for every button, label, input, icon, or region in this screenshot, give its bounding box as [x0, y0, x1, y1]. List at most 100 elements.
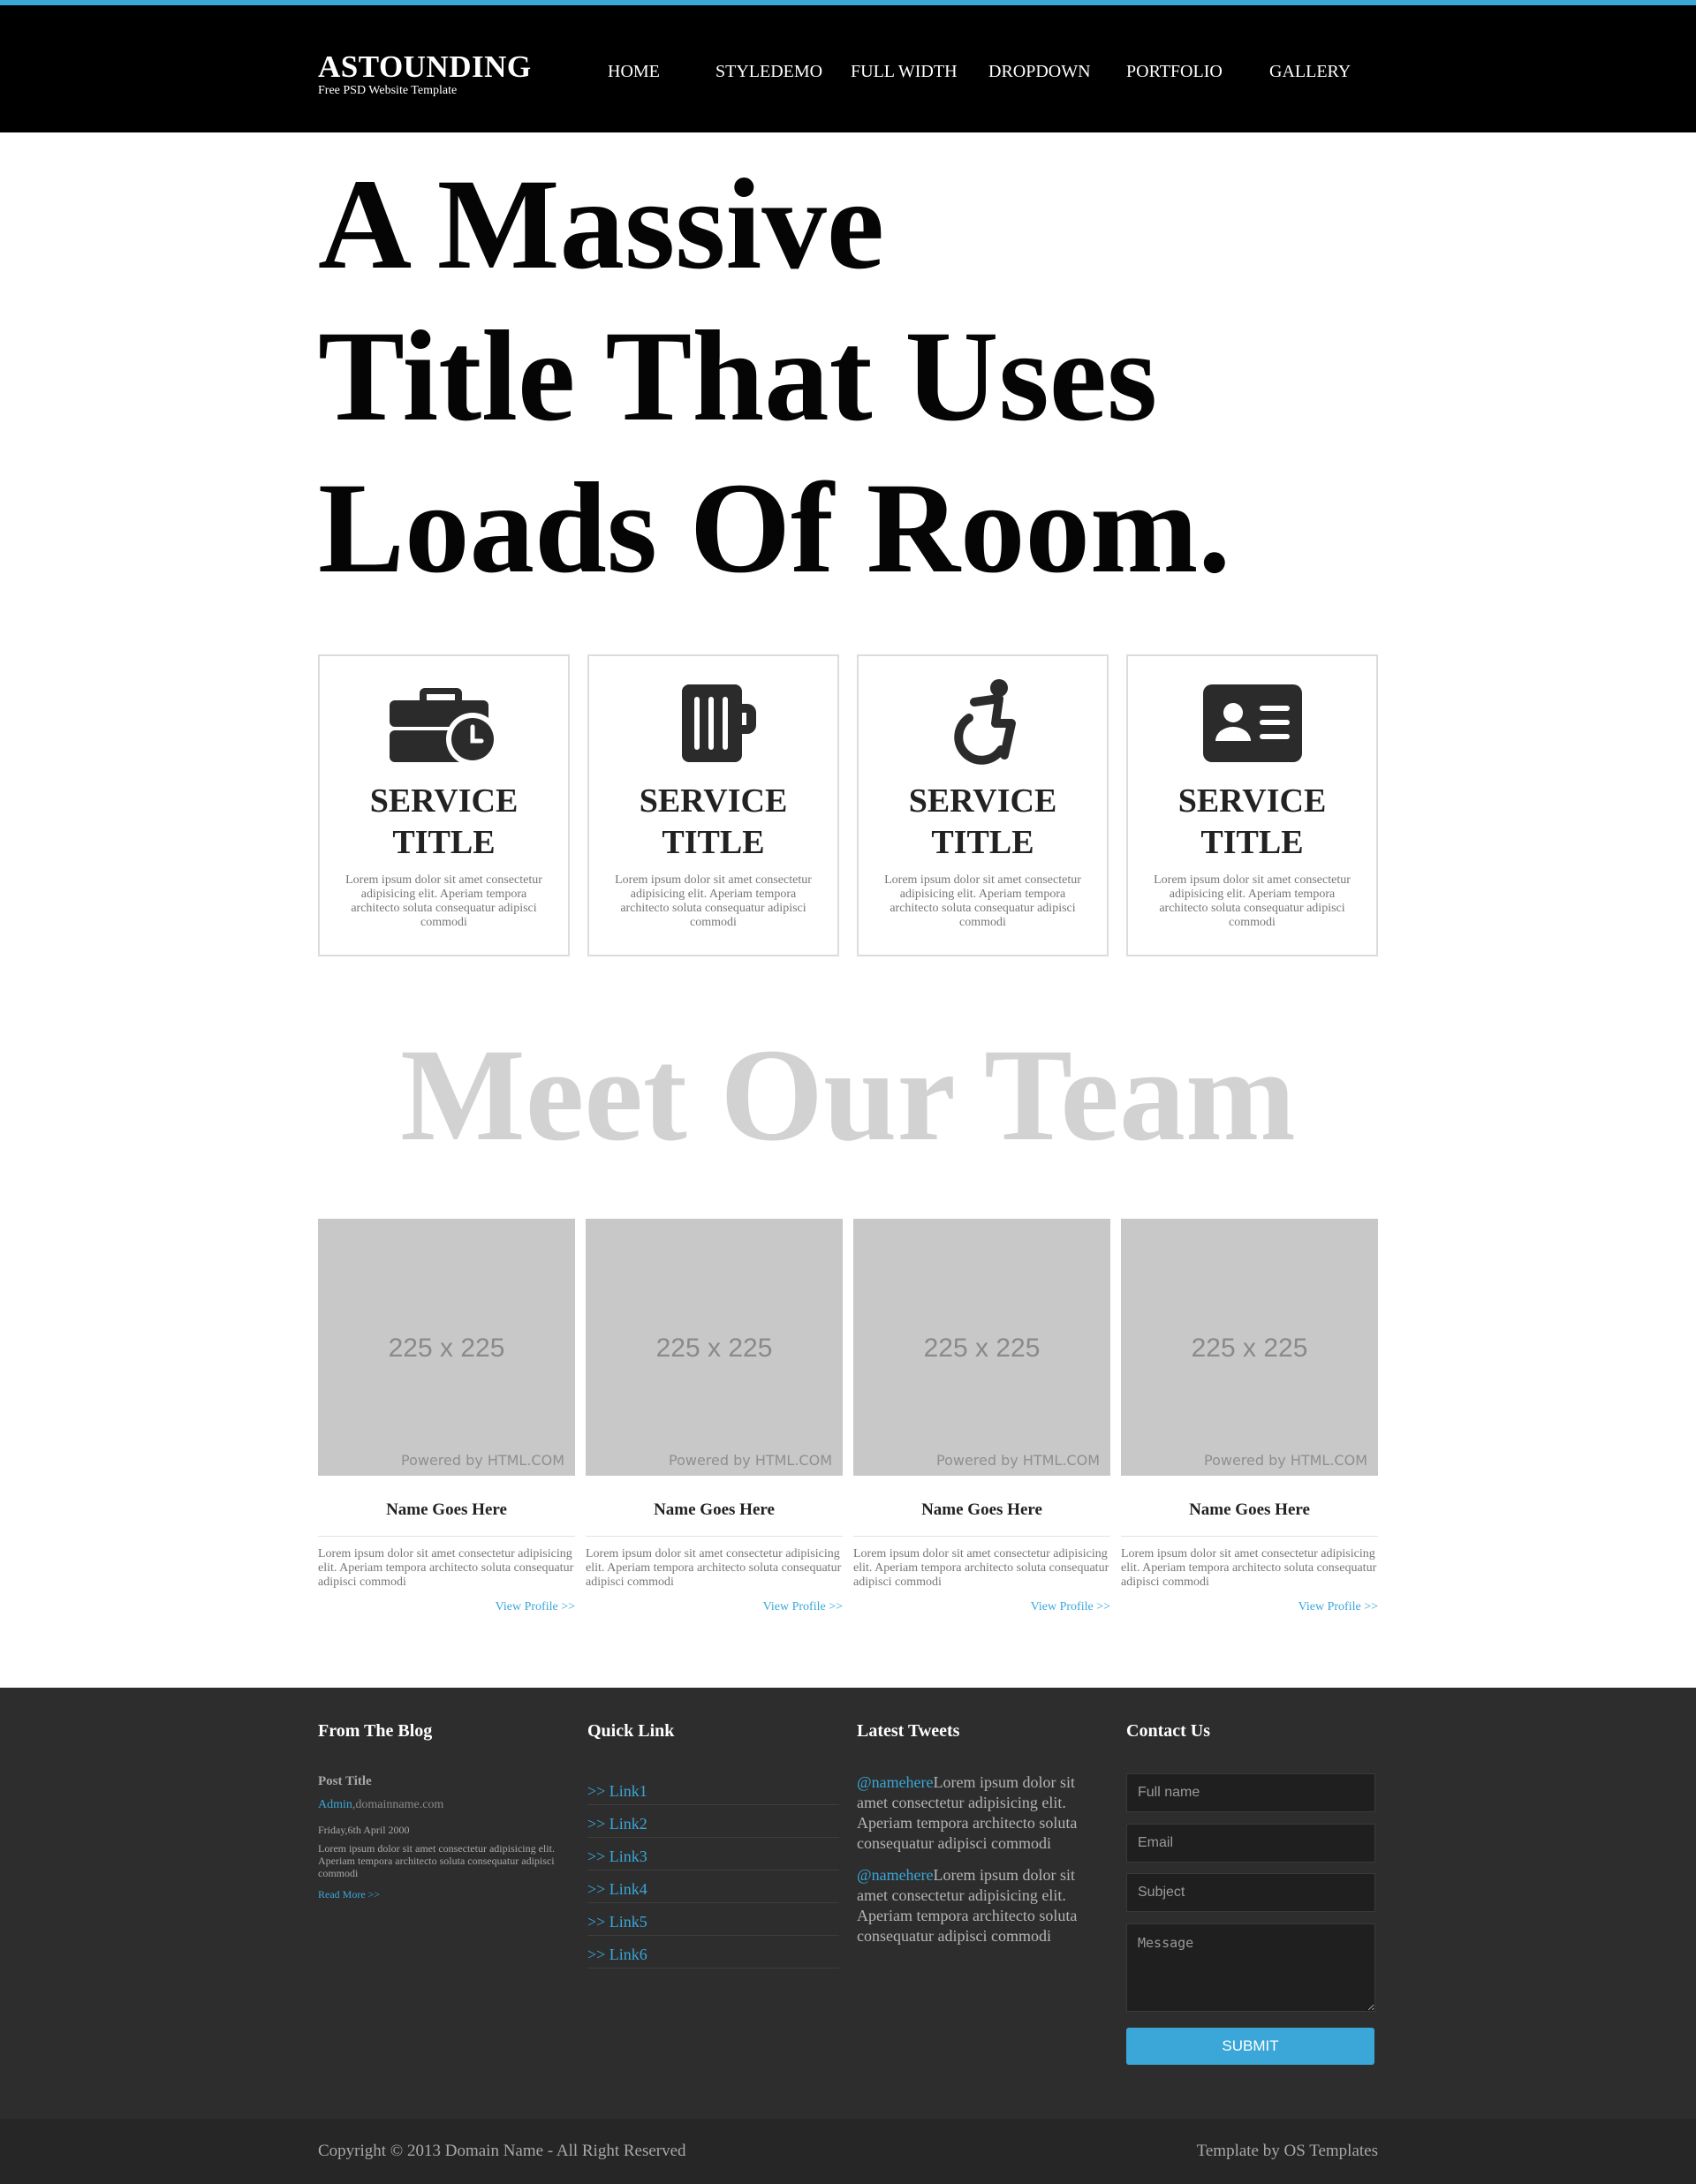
photo-credit: Powered by HTML.COM	[669, 1452, 832, 1469]
member-photo: 225 x 225 Powered by HTML.COM	[1121, 1219, 1378, 1476]
service-title-line: SERVICE	[1177, 782, 1327, 820]
service-title-line: SERVICE	[908, 782, 1057, 820]
nav-styledemo[interactable]: STYLEDEMO	[716, 62, 822, 82]
divider	[1121, 1536, 1378, 1537]
briefcase-clock-icon	[320, 677, 568, 766]
subject-field[interactable]	[1126, 1873, 1375, 1912]
team-heading: Meet Our Team	[400, 1022, 1296, 1168]
blog-post-meta: Admin,domainname.com	[318, 1798, 443, 1812]
email-field[interactable]	[1126, 1824, 1375, 1863]
blog-post-title[interactable]: Post Title	[318, 1774, 372, 1789]
service-title-line: TITLE	[662, 824, 765, 861]
service-title: SERVICE TITLE	[320, 781, 568, 864]
site-logo-title[interactable]: ASTOUNDING	[318, 49, 532, 85]
service-card: SERVICE TITLE Lorem ipsum dolor sit amet…	[857, 654, 1109, 956]
service-title: SERVICE TITLE	[1128, 781, 1376, 864]
member-bio: Lorem ipsum dolor sit amet consectetur a…	[586, 1547, 842, 1589]
copyright-text: Copyright © 2013 Domain Name - All Right…	[318, 2142, 686, 2160]
blog-author-link[interactable]: Admin	[318, 1798, 352, 1811]
team-member: 225 x 225 Powered by HTML.COM Name Goes …	[318, 1219, 575, 1614]
photo-credit: Powered by HTML.COM	[1204, 1452, 1367, 1469]
service-title-line: TITLE	[392, 824, 496, 861]
photo-size-label: 225 x 225	[1191, 1334, 1308, 1363]
tweet: @namehereLorem ipsum dolor sit amet cons…	[857, 1865, 1109, 1946]
nav-full-width[interactable]: FULL WIDTH	[851, 62, 958, 82]
service-card: SERVICE TITLE Lorem ipsum dolor sit amet…	[1126, 654, 1378, 956]
wheelchair-icon	[859, 677, 1107, 766]
view-profile-link[interactable]: View Profile >>	[853, 1600, 1110, 1614]
member-name: Name Goes Here	[921, 1500, 1042, 1519]
nav-gallery[interactable]: GALLERY	[1269, 62, 1351, 82]
member-name: Name Goes Here	[1189, 1500, 1310, 1519]
site-footer	[0, 1688, 1696, 2119]
team-member: 225 x 225 Powered by HTML.COM Name Goes …	[586, 1219, 843, 1614]
template-credit[interactable]: Template by OS Templates	[1197, 2142, 1378, 2161]
view-profile-link[interactable]: View Profile >>	[586, 1600, 843, 1614]
service-title-line: SERVICE	[639, 782, 788, 820]
service-card: SERVICE TITLE Lorem ipsum dolor sit amet…	[587, 654, 839, 956]
service-text: Lorem ipsum dolor sit amet consectetur a…	[615, 873, 812, 929]
quick-link-list: >> Link1 >> Link2 >> Link3 >> Link4 >> L…	[587, 1772, 839, 1969]
id-card-icon	[1128, 677, 1376, 766]
photo-size-label: 225 x 225	[388, 1334, 505, 1363]
quick-link[interactable]: >> Link2	[587, 1805, 839, 1838]
nav-home[interactable]: HOME	[608, 62, 660, 82]
tweets-heading: Latest Tweets	[857, 1721, 960, 1741]
member-photo: 225 x 225 Powered by HTML.COM	[586, 1219, 843, 1476]
contact-heading: Contact Us	[1126, 1721, 1210, 1741]
service-title-line: TITLE	[931, 824, 1034, 861]
service-text: Lorem ipsum dolor sit amet consectetur a…	[884, 873, 1081, 929]
quick-link[interactable]: >> Link1	[587, 1772, 839, 1805]
member-photo: 225 x 225 Powered by HTML.COM	[853, 1219, 1110, 1476]
service-title-line: TITLE	[1200, 824, 1304, 861]
nav-portfolio[interactable]: PORTFOLIO	[1126, 62, 1223, 82]
quick-link[interactable]: >> Link4	[587, 1870, 839, 1903]
blog-domain: ,domainname.com	[352, 1798, 444, 1811]
photo-size-label: 225 x 225	[655, 1334, 773, 1363]
site-header: ASTOUNDING Free PSD Website Template HOM…	[0, 5, 1696, 132]
divider	[853, 1536, 1110, 1537]
quick-link[interactable]: >> Link3	[587, 1838, 839, 1870]
photo-credit: Powered by HTML.COM	[401, 1452, 564, 1469]
team-member: 225 x 225 Powered by HTML.COM Name Goes …	[1121, 1219, 1378, 1614]
member-name: Name Goes Here	[654, 1500, 775, 1519]
tweet: @namehereLorem ipsum dolor sit amet cons…	[857, 1772, 1109, 1854]
submit-button[interactable]: SUBMIT	[1126, 2028, 1374, 2065]
divider	[318, 1536, 575, 1537]
quick-link[interactable]: >> Link5	[587, 1903, 839, 1936]
site-logo-subtitle: Free PSD Website Template	[318, 84, 458, 97]
quick-link[interactable]: >> Link6	[587, 1936, 839, 1969]
member-photo: 225 x 225 Powered by HTML.COM	[318, 1219, 575, 1476]
blog-post-date: Friday,6th April 2000	[318, 1824, 410, 1836]
service-title-line: SERVICE	[369, 782, 519, 820]
hero-title-line: Loads Of Room.	[318, 456, 1231, 600]
divider	[586, 1536, 843, 1537]
bottom-bar	[0, 2119, 1696, 2184]
service-text: Lorem ipsum dolor sit amet consectetur a…	[1154, 873, 1351, 929]
view-profile-link[interactable]: View Profile >>	[1121, 1600, 1378, 1614]
quick-link-heading: Quick Link	[587, 1721, 675, 1741]
blog-heading: From The Blog	[318, 1721, 433, 1741]
beer-mug-icon	[589, 677, 837, 766]
nav-dropdown[interactable]: DROPDOWN	[988, 62, 1091, 82]
photo-credit: Powered by HTML.COM	[936, 1452, 1100, 1469]
view-profile-link[interactable]: View Profile >>	[318, 1600, 575, 1614]
photo-size-label: 225 x 225	[923, 1334, 1041, 1363]
tweet-handle-link[interactable]: @namehere	[857, 1866, 934, 1884]
service-title: SERVICE TITLE	[859, 781, 1107, 864]
message-field[interactable]	[1126, 1923, 1375, 2012]
member-bio: Lorem ipsum dolor sit amet consectetur a…	[1121, 1547, 1377, 1589]
member-name: Name Goes Here	[386, 1500, 507, 1519]
member-bio: Lorem ipsum dolor sit amet consectetur a…	[853, 1547, 1109, 1589]
fullname-field[interactable]	[1126, 1773, 1375, 1812]
service-text: Lorem ipsum dolor sit amet consectetur a…	[345, 873, 542, 929]
service-title: SERVICE TITLE	[589, 781, 837, 864]
hero-title: A Massive Title That Uses Loads Of Room.	[318, 148, 1378, 604]
read-more-link[interactable]: Read More >>	[318, 1888, 380, 1901]
tweet-handle-link[interactable]: @namehere	[857, 1773, 934, 1791]
member-bio: Lorem ipsum dolor sit amet consectetur a…	[318, 1547, 574, 1589]
blog-post-excerpt: Lorem ipsum dolor sit amet consectetur a…	[318, 1842, 555, 1879]
hero-title-line: Title That Uses	[318, 304, 1158, 448]
service-card: SERVICE TITLE Lorem ipsum dolor sit amet…	[318, 654, 570, 956]
team-member: 225 x 225 Powered by HTML.COM Name Goes …	[853, 1219, 1110, 1614]
